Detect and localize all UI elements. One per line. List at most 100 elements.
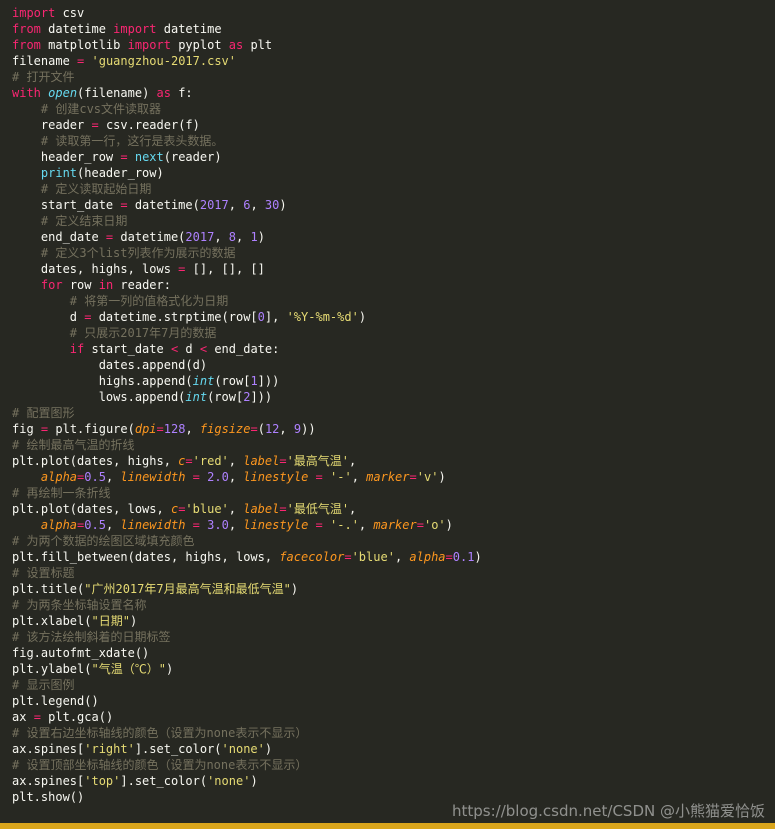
code-line[interactable]: # 配置图形	[12, 405, 775, 421]
code-token: )	[445, 518, 453, 532]
code-line[interactable]: ax = plt.gca()	[12, 709, 775, 725]
code-token: # 设置右边坐标轴线的颜色（设置为none表示不显示）	[12, 726, 308, 740]
code-line[interactable]: # 将第一列的值格式化为日期	[12, 293, 775, 309]
code-token: 'blue'	[185, 502, 229, 516]
code-line[interactable]: if start_date < d < end_date:	[12, 341, 775, 357]
code-token: "气温（℃）"	[91, 662, 166, 676]
code-line[interactable]: # 为两个数据的绘图区域填充颜色	[12, 533, 775, 549]
code-token: plt.fill_between(dates, highs, lows,	[12, 550, 280, 564]
code-token: # 绘制最高气温的折线	[12, 438, 135, 452]
code-token: (header_row)	[77, 166, 164, 180]
code-token: row	[62, 278, 99, 292]
code-line[interactable]: # 再绘制一条折线	[12, 485, 775, 501]
code-line[interactable]: plt.plot(dates, lows, c='blue', label='最…	[12, 501, 775, 517]
code-line[interactable]: fig.autofmt_xdate()	[12, 645, 775, 661]
code-line[interactable]: # 设置右边坐标轴线的颜色（设置为none表示不显示）	[12, 725, 775, 741]
code-token: 2017	[185, 230, 215, 244]
code-token: linestyle	[243, 518, 309, 532]
code-token: start_date	[12, 198, 121, 212]
code-line[interactable]: alpha=0.5, linewidth = 2.0, linestyle = …	[12, 469, 775, 485]
code-line[interactable]: # 只展示2017年7月的数据	[12, 325, 775, 341]
code-line[interactable]: with open(filename) as f:	[12, 85, 775, 101]
code-token: ax.spines[	[12, 774, 85, 788]
code-line[interactable]: # 显示图例	[12, 677, 775, 693]
code-line[interactable]: # 定义结束日期	[12, 213, 775, 229]
code-token: =	[250, 422, 258, 436]
code-token: (row[	[214, 374, 251, 388]
code-token: dates.append(d)	[12, 358, 208, 372]
code-token: alpha	[40, 518, 78, 532]
code-token: linewidth	[120, 518, 186, 532]
code-token: =	[279, 454, 287, 468]
code-token: ].set_color(	[134, 742, 222, 756]
code-line[interactable]: highs.append(int(row[1]))	[12, 373, 775, 389]
code-token: )	[438, 470, 446, 484]
code-token: csv.reader(f)	[98, 118, 200, 132]
code-line[interactable]: # 创建cvs文件读取器	[12, 101, 775, 117]
code-line[interactable]: plt.fill_between(dates, highs, lows, fac…	[12, 549, 775, 565]
code-line[interactable]: filename = 'guangzhou-2017.csv'	[12, 53, 775, 69]
code-line[interactable]: header_row = next(reader)	[12, 149, 775, 165]
code-token: ,	[279, 422, 294, 436]
code-line[interactable]: # 打开文件	[12, 69, 775, 85]
code-line[interactable]: end_date = datetime(2017, 8, 1)	[12, 229, 775, 245]
code-token: ]))	[257, 374, 280, 388]
code-token: plt	[243, 38, 273, 52]
code-token: open	[48, 86, 78, 100]
code-line[interactable]: # 读取第一行，这行是表头数据。	[12, 133, 775, 149]
code-line[interactable]: alpha=0.5, linewidth = 3.0, linestyle = …	[12, 517, 775, 533]
code-line[interactable]: # 设置标题	[12, 565, 775, 581]
code-line[interactable]: # 设置顶部坐标轴线的颜色（设置为none表示不显示）	[12, 757, 775, 773]
code-line[interactable]: print(header_row)	[12, 165, 775, 181]
code-line[interactable]: from datetime import datetime	[12, 21, 775, 37]
code-token: fig	[12, 422, 41, 436]
code-token: # 将第一列的值格式化为日期	[69, 294, 229, 308]
code-editor[interactable]: import csv from datetime import datetime f…	[0, 5, 775, 823]
code-line[interactable]: d = datetime.strptime(row[0], '%Y-%m-%d'…	[12, 309, 775, 325]
code-token: 0.1	[452, 550, 475, 564]
code-token: ))	[301, 422, 316, 436]
code-token: alpha	[409, 550, 446, 564]
code-line[interactable]: # 定义3个list列表作为展示的数据	[12, 245, 775, 261]
code-line[interactable]: for row in reader:	[12, 277, 775, 293]
code-token: pyplot	[170, 38, 229, 52]
code-line[interactable]: start_date = datetime(2017, 6, 30)	[12, 197, 775, 213]
code-token: 128	[163, 422, 186, 436]
code-token: "广州2017年7月最高气温和最低气温"	[84, 582, 291, 596]
code-token: ,	[228, 454, 244, 468]
code-line[interactable]: plt.ylabel("气温（℃）")	[12, 661, 775, 677]
code-line[interactable]: dates, highs, lows = [], [], []	[12, 261, 775, 277]
code-line[interactable]: plt.plot(dates, highs, c='red', label='最…	[12, 453, 775, 469]
code-line[interactable]: # 该方法绘制斜着的日期标签	[12, 629, 775, 645]
code-line[interactable]: dates.append(d)	[12, 357, 775, 373]
code-line[interactable]: # 为两条坐标轴设置名称	[12, 597, 775, 613]
code-token: ,	[105, 470, 121, 484]
code-line[interactable]: # 定义读取起始日期	[12, 181, 775, 197]
code-token: # 打开文件	[12, 70, 75, 84]
code-line[interactable]: ax.spines['right'].set_color('none')	[12, 741, 775, 757]
code-line[interactable]: # 绘制最高气温的折线	[12, 437, 775, 453]
code-token: ,	[250, 198, 265, 212]
code-token: ,	[228, 518, 244, 532]
code-line[interactable]: from matplotlib import pyplot as plt	[12, 37, 775, 53]
code-line[interactable]: plt.xlabel("日期")	[12, 613, 775, 629]
code-token: alpha	[40, 470, 78, 484]
code-line[interactable]: reader = csv.reader(f)	[12, 117, 775, 133]
code-token: f:	[170, 86, 193, 100]
code-line[interactable]: fig = plt.figure(dpi=128, figsize=(12, 9…	[12, 421, 775, 437]
code-token: datetime(	[113, 230, 186, 244]
code-line[interactable]: plt.legend()	[12, 693, 775, 709]
code-token: header_row	[12, 150, 121, 164]
code-line[interactable]: ax.spines['top'].set_color('none')	[12, 773, 775, 789]
code-token: # 定义读取起始日期	[40, 182, 152, 196]
code-token: 'v'	[416, 470, 439, 484]
code-line[interactable]: plt.title("广州2017年7月最高气温和最低气温")	[12, 581, 775, 597]
code-token: marker	[373, 518, 417, 532]
code-line[interactable]: lows.append(int(row[2]))	[12, 389, 775, 405]
code-token: =	[91, 118, 99, 132]
code-line[interactable]: import csv	[12, 5, 775, 21]
